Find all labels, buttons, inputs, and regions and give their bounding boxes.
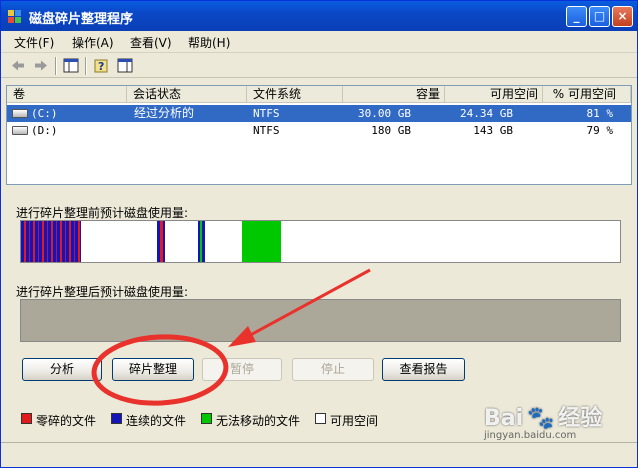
column-header-filesystem[interactable]: 文件系统 (247, 86, 343, 103)
toolbar-separator (85, 57, 87, 75)
volume-percent-free: 79 % (586, 124, 614, 137)
defrag-window: 磁盘碎片整理程序 _ □ × 文件(F) 操作(A) 查看(V) 帮助(H) ? (0, 0, 638, 468)
column-header-volume[interactable]: 卷 (7, 86, 127, 103)
column-header-status[interactable]: 会话状态 (127, 86, 247, 103)
volume-name: (C:) (31, 107, 58, 120)
volume-capacity: 30.00 GB (358, 107, 411, 120)
fragmented-files-segment (21, 221, 81, 262)
properties-icon[interactable] (116, 57, 134, 74)
volume-list[interactable]: 卷 会话状态 文件系统 容量 可用空间 % 可用空间 (C:) 经过分析的 NT… (6, 85, 632, 185)
help-icon[interactable]: ? (93, 57, 111, 74)
watermark-url: jingyan.baidu.com (484, 430, 577, 441)
volume-list-header: 卷 会话状态 文件系统 容量 可用空间 % 可用空间 (7, 86, 631, 103)
menu-action[interactable]: 操作(A) (72, 34, 114, 51)
after-usage-label: 进行碎片整理后预计磁盘使用量: (16, 285, 189, 299)
before-usage-label: 进行碎片整理前预计磁盘使用量: (16, 206, 189, 220)
after-usage-display (20, 299, 621, 342)
watermark-brand: Bai (484, 406, 524, 431)
toolbar: ? (1, 54, 637, 78)
menu-help[interactable]: 帮助(H) (188, 34, 230, 51)
back-arrow-icon[interactable] (9, 57, 27, 74)
status-bar (1, 442, 637, 467)
forward-arrow-icon[interactable] (32, 57, 50, 74)
fragmented-swatch (21, 413, 32, 424)
legend-label: 无法移动的文件 (216, 414, 301, 428)
volume-free-space: 24.34 GB (460, 107, 513, 120)
volume-filesystem: NTFS (253, 107, 280, 120)
volume-name: (D:) (31, 124, 58, 137)
legend-label: 零碎的文件 (36, 414, 97, 428)
baidu-watermark: Bai 🐾 经验 jingyan.baidu.com (484, 400, 602, 441)
volume-percent-free: 81 % (586, 107, 614, 120)
contiguous-files-segment (202, 221, 205, 262)
defrag-app-icon (8, 10, 21, 23)
view-report-button[interactable]: 查看报告 (382, 358, 465, 381)
title-bar[interactable]: 磁盘碎片整理程序 _ □ × (1, 1, 637, 31)
legend-label: 可用空间 (330, 414, 379, 428)
free-space-segment (81, 221, 217, 262)
minimize-button[interactable]: _ (566, 6, 587, 27)
menu-bar: 文件(F) 操作(A) 查看(V) 帮助(H) (1, 31, 637, 53)
volume-filesystem: NTFS (253, 124, 280, 137)
window-title: 磁盘碎片整理程序 (29, 12, 134, 27)
stop-button[interactable]: 停止 (292, 358, 374, 381)
contiguous-swatch (111, 413, 122, 424)
column-header-free-space[interactable]: 可用空间 (445, 86, 543, 103)
paw-icon: 🐾 (526, 406, 555, 431)
legend-label: 连续的文件 (126, 414, 187, 428)
hard-drive-icon (12, 109, 28, 118)
pause-button[interactable]: 暂停 (202, 358, 282, 381)
column-header-percent-free[interactable]: % 可用空间 (543, 86, 631, 103)
menu-file[interactable]: 文件(F) (14, 34, 54, 51)
volume-capacity: 180 GB (371, 124, 411, 137)
console-tree-icon[interactable] (62, 57, 80, 74)
defragment-button[interactable]: 碎片整理 (112, 358, 194, 381)
contiguous-files-segment (163, 221, 165, 262)
maximize-button[interactable]: □ (589, 6, 610, 27)
svg-text:?: ? (98, 60, 104, 73)
volume-row[interactable]: (D:) NTFS 180 GB 143 GB 79 % (7, 122, 631, 139)
analyze-button[interactable]: 分析 (22, 358, 102, 381)
before-usage-display (20, 220, 621, 263)
menu-view[interactable]: 查看(V) (130, 34, 172, 51)
volume-status: 经过分析的 (134, 106, 195, 120)
watermark-suffix: 经验 (558, 406, 603, 431)
close-button[interactable]: × (612, 6, 633, 27)
hard-drive-icon (12, 126, 28, 135)
volume-row[interactable]: (C:) 经过分析的 NTFS 30.00 GB 24.34 GB 81 % (7, 105, 631, 122)
volume-free-space: 143 GB (473, 124, 513, 137)
unmovable-swatch (201, 413, 212, 424)
column-header-capacity[interactable]: 容量 (343, 86, 445, 103)
unmovable-files-segment (242, 221, 281, 262)
toolbar-separator (55, 57, 57, 75)
free-space-swatch (315, 413, 326, 424)
